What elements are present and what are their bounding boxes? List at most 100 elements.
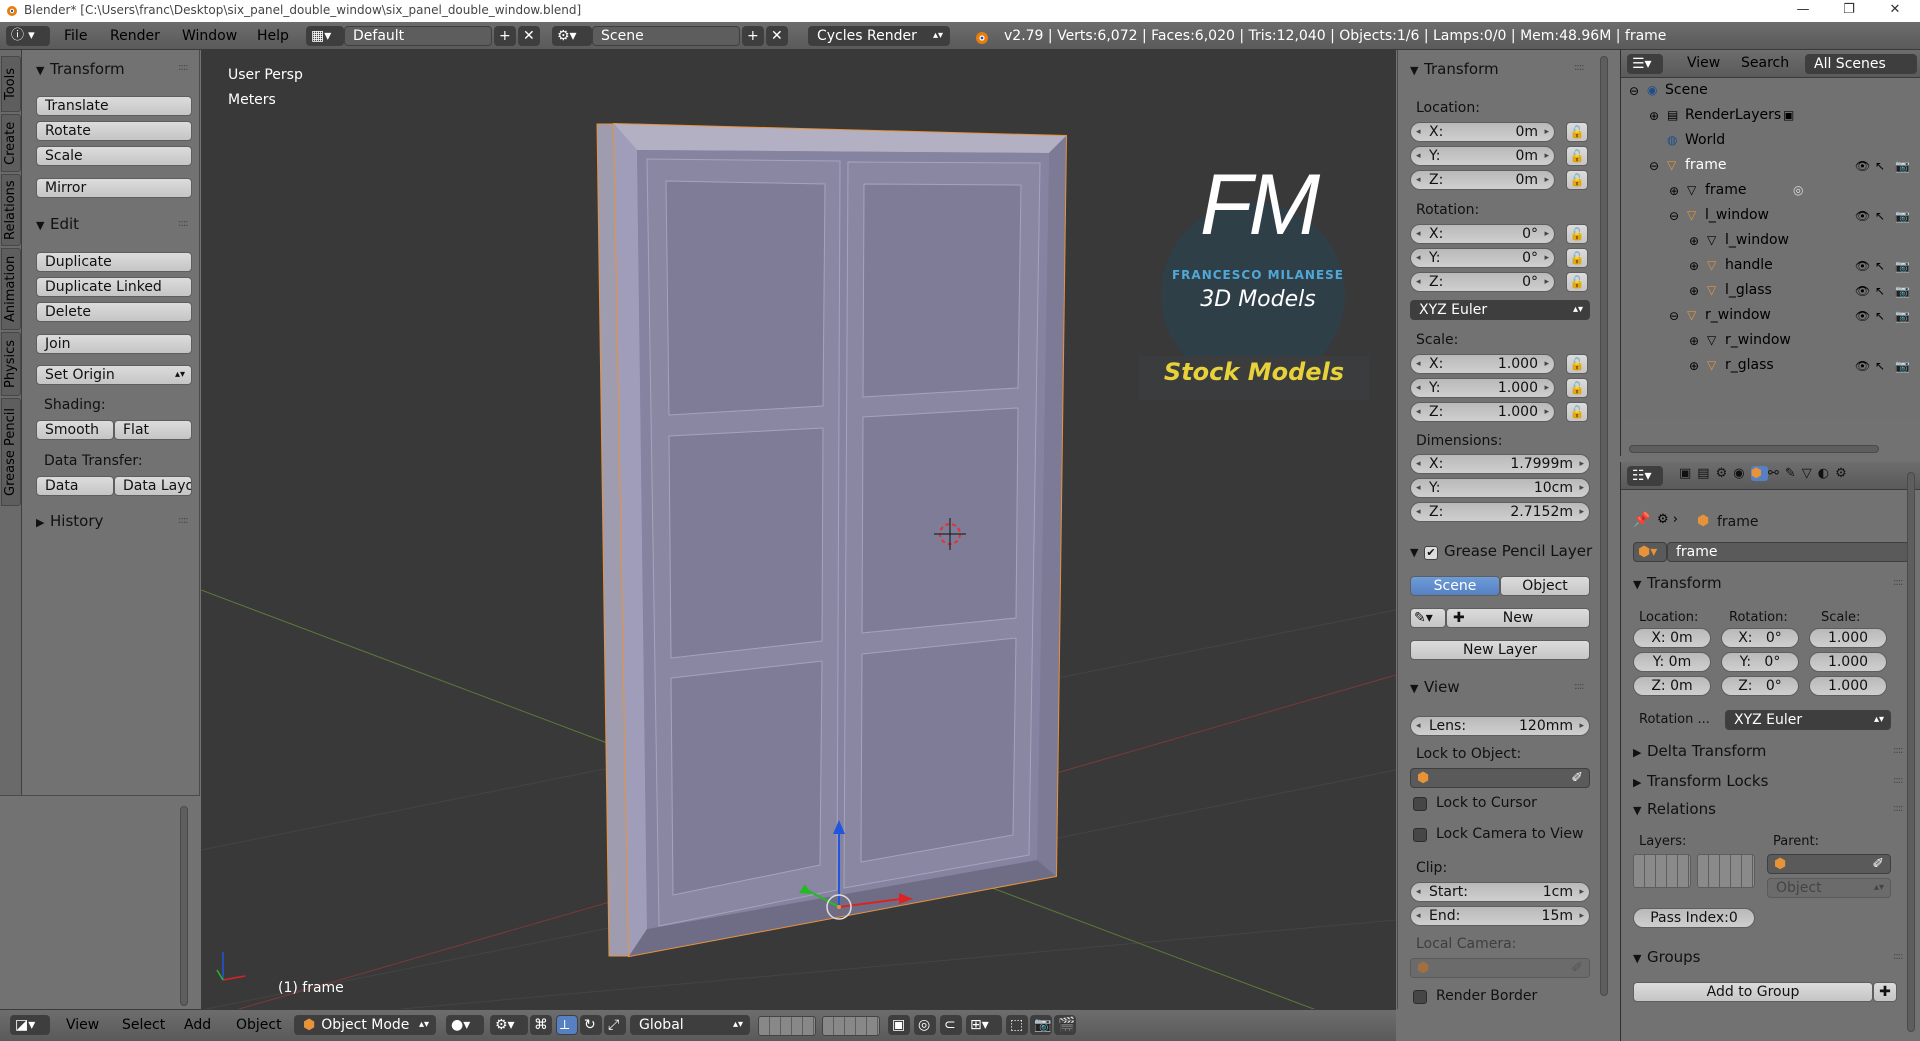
transform-orientation-select[interactable]: Global ▴▾ bbox=[630, 1015, 750, 1035]
lock-location-y-icon[interactable]: 🔓 bbox=[1566, 146, 1588, 166]
snap-element-icon[interactable]: ⊞▾ bbox=[966, 1015, 1002, 1035]
lock-rotation-x-icon[interactable]: 🔓 bbox=[1566, 224, 1588, 244]
parent-field[interactable]: ⬢ ✐ bbox=[1767, 854, 1891, 874]
lock-to-cursor-checkbox[interactable] bbox=[1413, 797, 1427, 811]
data-layout-button[interactable]: Data Layo bbox=[114, 476, 192, 496]
panel-grip-icon[interactable]: :::: bbox=[1893, 803, 1904, 814]
properties-context-tabs[interactable]: ▣▤⚙◉⬢⚯✎▽◐⚙ bbox=[1679, 466, 1917, 486]
manipulator-toggle-icon[interactable]: ⌘ bbox=[530, 1015, 552, 1035]
viewport-editor-icon[interactable]: ◪▾ bbox=[10, 1015, 50, 1035]
select-arrow-icon[interactable]: ↖ bbox=[1875, 284, 1885, 298]
tab-grease-pencil[interactable]: Grease Pencil bbox=[1, 398, 21, 506]
layout-remove-icon[interactable]: ✕ bbox=[518, 26, 540, 46]
panel-grip-icon[interactable]: :::: bbox=[178, 515, 189, 526]
scale-button[interactable]: Scale bbox=[36, 146, 192, 166]
rotation-x-field[interactable]: ◂ X: 0° ▸ bbox=[1410, 224, 1555, 244]
location-x-field[interactable]: ◂ X: 0m ▸ bbox=[1410, 122, 1555, 142]
tab-create[interactable]: Create bbox=[1, 114, 21, 172]
minimize-button[interactable]: — bbox=[1780, 0, 1826, 22]
render-animation-icon[interactable]: 🎬 bbox=[1054, 1015, 1076, 1035]
layout-name-field[interactable]: Default bbox=[344, 26, 492, 46]
gp-new-layer-button[interactable]: New Layer bbox=[1410, 640, 1590, 660]
gp-object-tab[interactable]: Object bbox=[1500, 576, 1590, 596]
rotate-manipulator-icon[interactable]: ↻ bbox=[580, 1015, 602, 1035]
render-camera-icon[interactable]: 📷 bbox=[1895, 284, 1910, 298]
panel-grip-icon[interactable]: :::: bbox=[1893, 775, 1904, 786]
layer-lock-icon[interactable]: ▣ bbox=[888, 1015, 910, 1035]
join-button[interactable]: Join bbox=[36, 334, 192, 354]
props-scale-z-field[interactable]: 1.000 bbox=[1809, 676, 1887, 696]
lock-scale-x-icon[interactable]: 🔓 bbox=[1566, 354, 1588, 374]
menu-help[interactable]: Help bbox=[257, 28, 289, 44]
props-rot-x-field[interactable]: X: 0° bbox=[1721, 628, 1799, 648]
scene-browse-icon[interactable]: ⚙▾ bbox=[552, 26, 592, 46]
outliner-row-world[interactable]: ◍ World bbox=[1621, 129, 1920, 154]
tab-physics[interactable]: Physics bbox=[1, 332, 21, 396]
visibility-eye-icon[interactable]: 👁 bbox=[1855, 309, 1870, 323]
parent-type-select[interactable]: Object ▴▾ bbox=[1767, 878, 1891, 898]
outliner-menu-view[interactable]: View bbox=[1687, 55, 1720, 71]
outliner-row-r-window-mesh[interactable]: ⊕ ▽ r_window bbox=[1621, 329, 1920, 354]
layers-grid-a[interactable] bbox=[1633, 854, 1691, 888]
lock-scale-z-icon[interactable]: 🔓 bbox=[1566, 402, 1588, 422]
lock-rotation-y-icon[interactable]: 🔓 bbox=[1566, 248, 1588, 268]
render-camera-icon[interactable]: 📷 bbox=[1895, 309, 1910, 323]
duplicate-button[interactable]: Duplicate bbox=[36, 252, 192, 272]
snap-magnet-icon[interactable]: ⊂ bbox=[940, 1015, 962, 1035]
grease-pencil-checkbox[interactable]: ✔ bbox=[1424, 546, 1438, 560]
props-loc-z-field[interactable]: Z: 0m bbox=[1633, 676, 1711, 696]
smooth-button[interactable]: Smooth bbox=[36, 420, 114, 440]
outliner-row-scene[interactable]: ⊖ ◉ Scene bbox=[1621, 79, 1920, 104]
tab-relations[interactable]: Relations bbox=[1, 174, 21, 246]
gp-new-button[interactable]: ✚ New bbox=[1446, 608, 1590, 628]
panel-grip-icon[interactable]: :::: bbox=[1893, 745, 1904, 756]
scale-manipulator-icon[interactable]: ⤢ bbox=[604, 1015, 626, 1035]
tab-tools[interactable]: Tools bbox=[1, 56, 21, 112]
editor-type-info-icon[interactable]: ⓘ ▾ bbox=[6, 26, 50, 46]
outliner-row-r-glass[interactable]: ⊕ ▽ r_glass 👁 ↖ 📷 bbox=[1621, 354, 1920, 379]
grease-pencil-layer-header[interactable]: ▼ ✔ Grease Pencil Layer bbox=[1410, 542, 1592, 560]
proportional-edit-icon[interactable]: ◎ bbox=[914, 1015, 936, 1035]
select-arrow-icon[interactable]: ↖ bbox=[1875, 359, 1885, 373]
select-arrow-icon[interactable]: ↖ bbox=[1875, 259, 1885, 273]
dimension-z-field[interactable]: ◂ Z: 2.7152m ▸ bbox=[1410, 502, 1590, 522]
props-transform-header[interactable]: ▼ Transform bbox=[1633, 574, 1722, 592]
layers-grid-b[interactable] bbox=[1697, 854, 1755, 888]
panel-grip-icon[interactable]: :::: bbox=[178, 62, 189, 73]
visibility-eye-icon[interactable]: 👁 bbox=[1855, 259, 1870, 273]
clip-start-field[interactable]: ◂ Start: 1cm ▸ bbox=[1410, 882, 1590, 902]
rotation-mode-select[interactable]: XYZ Euler ▴▾ bbox=[1410, 300, 1590, 320]
history-panel-header[interactable]: ▶ History bbox=[36, 512, 103, 530]
properties-scrollbar[interactable] bbox=[1907, 472, 1915, 1032]
lock-camera-checkbox[interactable] bbox=[1413, 828, 1427, 842]
delete-button[interactable]: Delete bbox=[36, 302, 192, 322]
render-camera-icon[interactable]: 📷 bbox=[1895, 209, 1910, 223]
groups-header[interactable]: ▼ Groups bbox=[1633, 948, 1700, 966]
view-panel-header[interactable]: ▼ View bbox=[1410, 678, 1460, 696]
layer-buttons-b[interactable] bbox=[822, 1016, 880, 1036]
pivot-point-icon[interactable]: ⚙▾ bbox=[490, 1015, 528, 1035]
add-to-group-button[interactable]: Add to Group bbox=[1633, 982, 1873, 1002]
object-name-field[interactable]: frame bbox=[1667, 542, 1909, 562]
visibility-eye-icon[interactable]: 👁 bbox=[1855, 209, 1870, 223]
mirror-button[interactable]: Mirror bbox=[36, 178, 192, 198]
flat-button[interactable]: Flat bbox=[114, 420, 192, 440]
gp-brush-icon[interactable]: ✎▾ bbox=[1410, 608, 1446, 628]
menu-file[interactable]: File bbox=[64, 28, 87, 44]
scene-add-icon[interactable]: + bbox=[742, 26, 764, 46]
props-scale-x-field[interactable]: 1.000 bbox=[1809, 628, 1887, 648]
visibility-eye-icon[interactable]: 👁 bbox=[1855, 284, 1870, 298]
local-camera-field[interactable]: ⬢ ✐ bbox=[1410, 958, 1590, 978]
props-loc-y-field[interactable]: Y: 0m bbox=[1633, 652, 1711, 672]
location-z-field[interactable]: ◂ Z: 0m ▸ bbox=[1410, 170, 1555, 190]
layout-browse-icon[interactable]: ▦▾ bbox=[306, 26, 344, 46]
panel-grip-icon[interactable]: :::: bbox=[1893, 577, 1904, 588]
dimension-x-field[interactable]: ◂ X: 1.7999m ▸ bbox=[1410, 454, 1590, 474]
tab-animation[interactable]: Animation bbox=[1, 248, 21, 330]
lock-location-x-icon[interactable]: 🔓 bbox=[1566, 122, 1588, 142]
rotation-y-field[interactable]: ◂ Y: 0° ▸ bbox=[1410, 248, 1555, 268]
viewport-menu-select[interactable]: Select bbox=[122, 1017, 165, 1033]
panel-grip-icon[interactable]: :::: bbox=[1574, 681, 1585, 692]
layout-add-icon[interactable]: + bbox=[494, 26, 516, 46]
scale-x-field[interactable]: ◂ X: 1.000 ▸ bbox=[1410, 354, 1555, 374]
